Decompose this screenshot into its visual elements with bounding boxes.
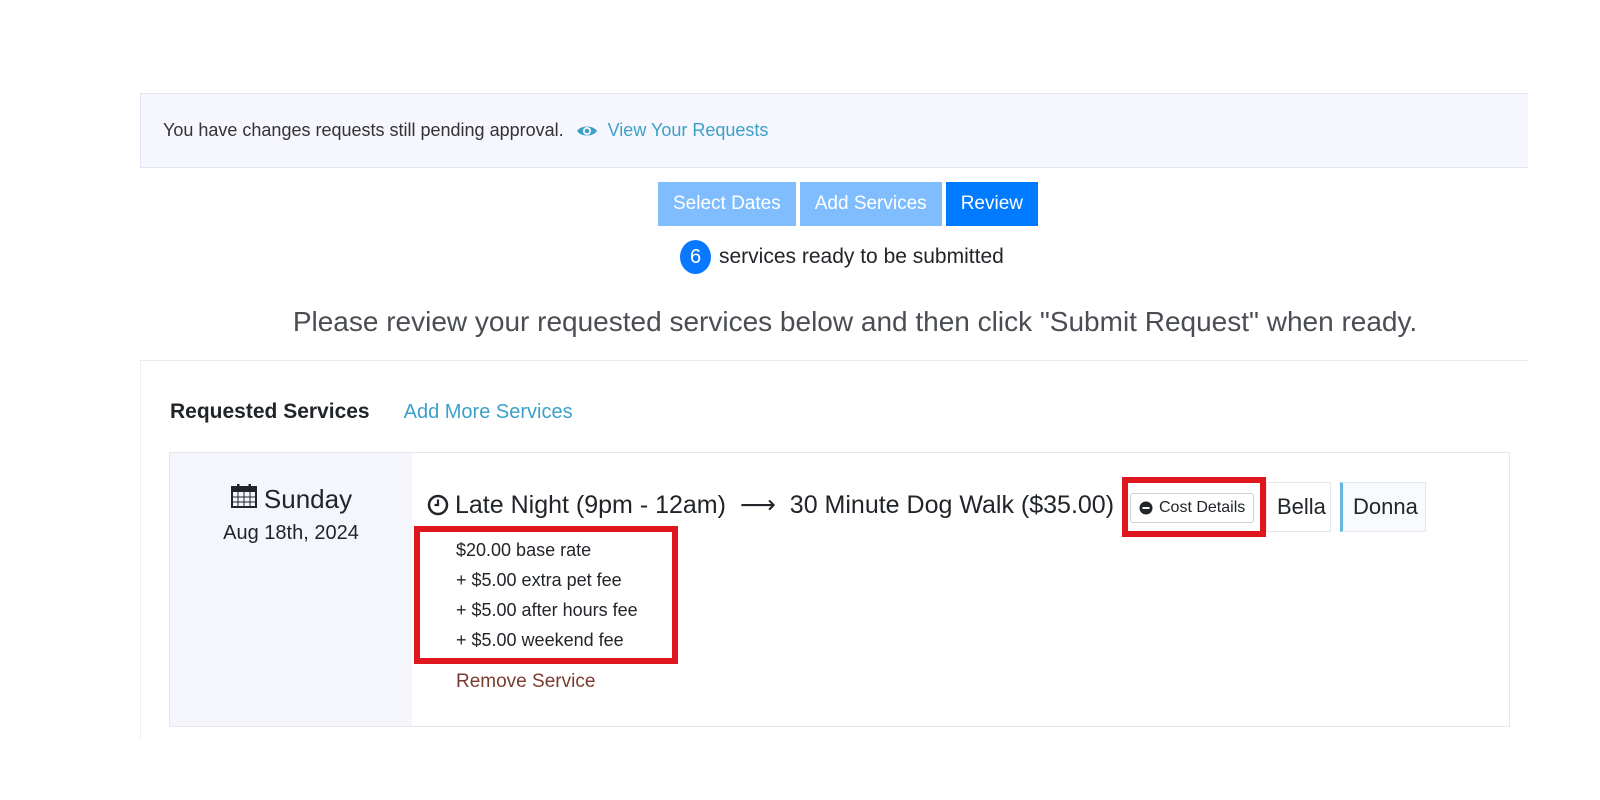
service-line: Late Night (9pm - 12am) ⟶ 30 Minute Dog … — [427, 490, 1114, 520]
step-add-services[interactable]: Add Services — [799, 182, 942, 226]
eye-icon — [576, 124, 598, 138]
cost-line-base: $20.00 base rate — [456, 540, 592, 560]
cost-details-label: Cost Details — [1159, 499, 1246, 516]
services-count-badge: 6 — [680, 240, 711, 274]
review-instructions: Please review your requested services be… — [292, 306, 1418, 337]
service-date-column: Sunday Aug 18th, 2024 — [170, 453, 412, 726]
service-day: Sunday — [263, 484, 353, 514]
requested-services-title: Requested Services — [170, 400, 370, 423]
clock-icon — [427, 494, 449, 516]
cost-line-weekend: + $5.00 weekend fee — [456, 630, 624, 650]
arrow-right-icon: ⟶ — [739, 491, 776, 519]
requested-services-header: Requested Services Add More Services — [170, 400, 573, 424]
cost-breakdown: $20.00 base rate + $5.00 extra pet fee +… — [456, 535, 638, 655]
service-day-row: Sunday — [170, 483, 412, 516]
view-requests-label: View Your Requests — [607, 120, 769, 140]
view-requests-link[interactable]: View Your Requests — [576, 120, 769, 141]
services-ready-text: services ready to be submitted — [719, 245, 1004, 268]
service-name: 30 Minute Dog Walk ($35.00) — [789, 490, 1115, 519]
cost-line-after-hours: + $5.00 after hours fee — [456, 600, 638, 620]
minus-circle-icon — [1139, 501, 1153, 515]
pet-tag-bella[interactable]: Bella — [1266, 482, 1331, 532]
services-ready-summary: 6 services ready to be submitted — [680, 240, 1004, 274]
remove-service-link[interactable]: Remove Service — [456, 671, 595, 693]
step-review[interactable]: Review — [945, 182, 1038, 226]
service-date: Aug 18th, 2024 — [223, 522, 359, 544]
calendar-icon — [230, 483, 264, 516]
step-select-dates[interactable]: Select Dates — [658, 182, 796, 226]
wizard-steps: Select Dates Add Services Review — [658, 182, 1038, 226]
add-more-services-link[interactable]: Add More Services — [404, 401, 573, 424]
service-time: Late Night (9pm - 12am) — [455, 490, 726, 519]
pending-approval-alert: You have changes requests still pending … — [140, 93, 1528, 168]
pet-tag-donna[interactable]: Donna — [1340, 482, 1426, 532]
cost-line-extra-pet: + $5.00 extra pet fee — [456, 570, 622, 590]
cost-details-button[interactable]: Cost Details — [1130, 493, 1255, 523]
alert-message: You have changes requests still pending … — [163, 120, 564, 140]
